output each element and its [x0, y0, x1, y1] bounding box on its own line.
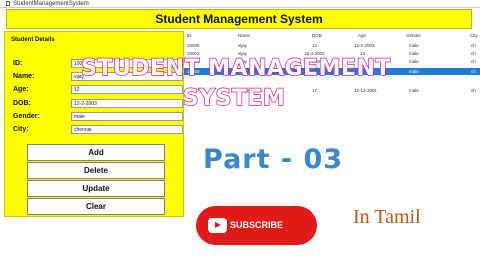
column-header-city[interactable]: City: [470, 32, 478, 39]
details-legend: Student Details: [11, 37, 55, 43]
city-label: City:: [13, 126, 29, 133]
table-cell: vijay: [238, 43, 248, 48]
window-title: StudentManagementSystem: [13, 1, 89, 7]
table-cell: 12: [312, 43, 318, 48]
update-button[interactable]: Update: [27, 180, 165, 197]
overlay-title-line1: STUDENT MANAGEMENT: [80, 55, 391, 81]
gender-input[interactable]: male: [71, 112, 183, 121]
window-titlebar: StudentManagementSystem: [0, 0, 480, 8]
table-header: ID Name DOB Age Gender City: [184, 32, 480, 39]
subscribe-label: SUBSCRIBE: [230, 220, 284, 230]
app-window: StudentManagementSystem Student Manageme…: [0, 0, 480, 270]
subscribe-button[interactable]: SUBSCRIBE: [196, 206, 317, 245]
column-header-name[interactable]: Name: [238, 32, 250, 39]
app-heading: Student Management System: [6, 9, 472, 29]
table-cell: ch: [471, 43, 476, 48]
city-input[interactable]: chennai: [71, 125, 183, 134]
column-header-gender[interactable]: Gender: [406, 32, 421, 39]
language-label: In Tamil: [353, 206, 421, 228]
add-button[interactable]: Add: [27, 144, 165, 161]
clear-button[interactable]: Clear: [27, 198, 165, 215]
table-cell: 12-2-2003: [354, 43, 375, 48]
column-header-age[interactable]: Age: [358, 32, 366, 39]
play-icon: [208, 218, 227, 233]
window-app-icon: [6, 0, 10, 6]
delete-button[interactable]: Delete: [27, 162, 165, 179]
table-row[interactable]: 10006 vijay 12 12-2-2003 male ch: [184, 42, 480, 49]
overlay-title-line2: SYSTEM: [182, 85, 286, 111]
gender-row: Gender: male: [13, 112, 183, 122]
table-cell: 10006: [187, 43, 200, 48]
column-header-id[interactable]: ID: [187, 32, 192, 39]
table-cell: male: [409, 43, 419, 48]
part-label: Part - 03: [203, 144, 344, 175]
city-row: City: chennai: [13, 125, 183, 135]
gender-label: Gender:: [13, 113, 40, 120]
column-header-dob[interactable]: DOB: [312, 32, 322, 39]
